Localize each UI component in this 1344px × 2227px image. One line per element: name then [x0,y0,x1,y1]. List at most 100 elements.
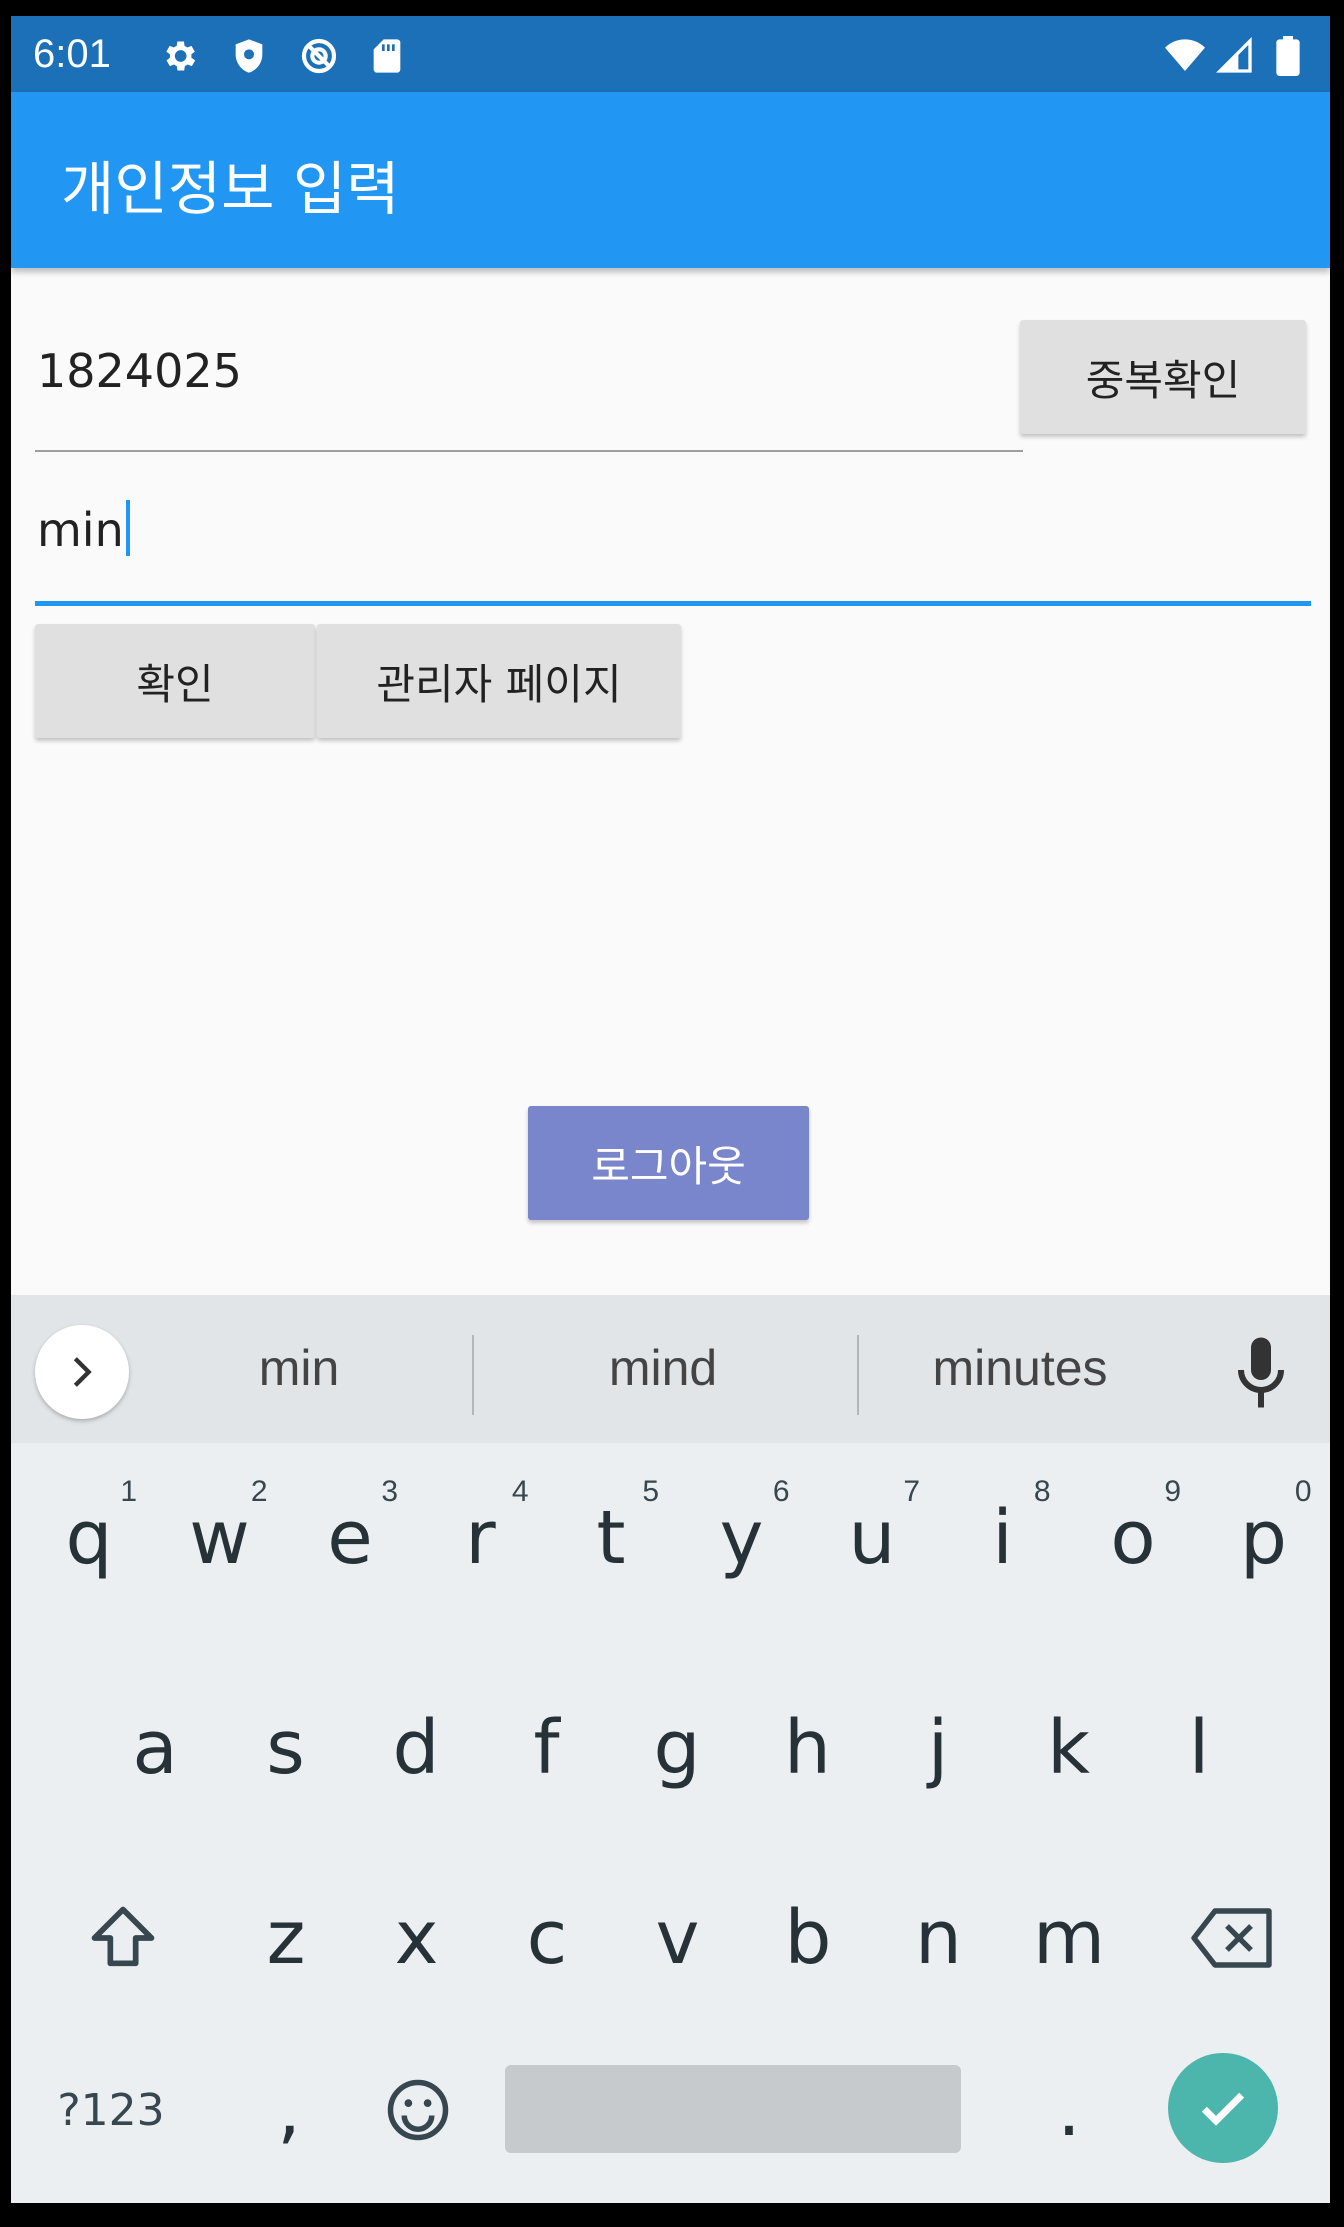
shield-icon [235,39,263,73]
key-label: m [1032,1895,1106,1981]
key-label: x [394,1895,439,1981]
suggestion-1[interactable]: min [139,1339,459,1397]
battery-icon [1276,36,1300,76]
confirm-button[interactable]: 확인 [35,624,315,738]
suggestion-divider [857,1335,859,1415]
key-label: k [1047,1705,1090,1791]
key-w[interactable]: w2 [160,1463,280,1613]
key-hint-number: 6 [772,1475,790,1508]
key-e[interactable]: e3 [290,1463,410,1613]
microphone-icon[interactable] [1231,1335,1291,1415]
backspace-key[interactable] [1173,1863,1293,2013]
key-hint-number: 8 [1033,1475,1051,1508]
suggestion-divider [472,1335,474,1415]
id-input-underline [35,450,1023,452]
key-label: t [596,1495,626,1581]
signal-icon [1215,36,1252,73]
key-label: p [1240,1495,1287,1581]
key-label: u [848,1495,896,1581]
key-m[interactable]: m [1009,1863,1129,2013]
key-z[interactable]: z [226,1863,346,2013]
key-label: h [784,1705,831,1791]
space-key[interactable] [505,2065,961,2153]
name-input[interactable]: min [37,500,1277,557]
key-label: v [655,1895,700,1981]
settings-icon [166,41,196,71]
admin-page-button[interactable]: 관리자 페이지 [317,624,681,738]
key-label: n [915,1895,962,1981]
comma-key[interactable]: , [229,2035,349,2185]
key-label: q [65,1495,113,1581]
key-hint-number: 4 [511,1475,529,1508]
key-o[interactable]: o9 [1073,1463,1193,1613]
key-label: g [653,1705,701,1791]
key-f[interactable]: f [487,1673,607,1823]
key-label: c [526,1895,568,1981]
key-label: b [784,1895,832,1981]
duplicate-check-button[interactable]: 중복확인 [1020,320,1306,434]
key-k[interactable]: k [1009,1673,1129,1823]
text-cursor [125,500,130,556]
key-y[interactable]: y6 [682,1463,802,1613]
key-g[interactable]: g [617,1673,737,1823]
key-s[interactable]: s [226,1673,346,1823]
key-hint-number: 1 [120,1475,137,1508]
key-label: a [132,1705,178,1791]
symbols-key[interactable]: ?123 [41,2035,181,2185]
key-b[interactable]: b [748,1863,868,2013]
key-p[interactable]: p0 [1204,1463,1324,1613]
key-label: l [1188,1705,1210,1791]
key-n[interactable]: n [879,1863,999,2013]
soft-keyboard: min mind minutes ?123 , . q 1 w 2 e 3 r … [11,1295,1330,2203]
key-r[interactable]: r4 [421,1463,541,1613]
key-label: o [1110,1495,1156,1581]
key-label: z [266,1895,306,1981]
suggestion-strip: min mind minutes [11,1295,1330,1443]
key-q[interactable]: q1 [29,1463,149,1613]
key-hint-number: 9 [1164,1475,1181,1508]
backspace-icon [1191,1908,1272,1968]
key-hint-number: 5 [642,1475,659,1508]
status-time: 6:01 [33,32,111,76]
key-d[interactable]: d [356,1673,476,1823]
phone-screen: 6:01 개인정보 입력 1824025 중복확인 min 확인 관리자 페이지… [11,16,1330,2203]
key-a[interactable]: a [95,1673,215,1823]
shift-key[interactable] [63,1863,183,2013]
key-j[interactable]: j [878,1673,998,1823]
name-input-underline [35,601,1311,606]
key-label: y [719,1495,764,1581]
key-u[interactable]: u7 [812,1463,932,1613]
key-hint-number: 2 [250,1475,268,1508]
key-label: w [189,1495,250,1581]
emoji-key[interactable] [358,2035,478,2185]
wifi-icon [1165,39,1205,71]
logout-button[interactable]: 로그아웃 [528,1106,809,1220]
key-t[interactable]: t5 [551,1463,671,1613]
suggestion-3[interactable]: minutes [860,1339,1180,1397]
key-hint-number: 0 [1294,1475,1312,1508]
checkmark-icon [1201,2092,1245,2126]
key-v[interactable]: v [618,1863,738,2013]
key-h[interactable]: h [748,1673,868,1823]
period-key[interactable]: . [1009,2035,1129,2185]
id-input[interactable]: 1824025 [37,344,242,398]
key-hint-number: 3 [381,1475,398,1508]
key-label: s [266,1705,305,1791]
key-label: j [927,1705,949,1791]
emoji-icon [387,2079,449,2141]
key-x[interactable]: x [357,1863,477,2013]
page-title: 개인정보 입력 [61,155,400,223]
key-label: d [392,1705,440,1791]
enter-key[interactable] [1168,2053,1278,2163]
sd-card-icon [373,39,401,73]
expand-toolbar-button[interactable] [35,1325,129,1419]
key-c[interactable]: c [487,1863,607,2013]
chevron-right-icon [73,1357,92,1387]
key-label: e [327,1495,373,1581]
suggestion-2[interactable]: mind [503,1339,823,1397]
key-i[interactable]: i8 [943,1463,1063,1613]
name-input-value: min [37,503,124,557]
key-l[interactable]: l [1139,1673,1259,1823]
key-hint-number: 7 [903,1475,920,1508]
shift-icon [91,1906,155,1967]
